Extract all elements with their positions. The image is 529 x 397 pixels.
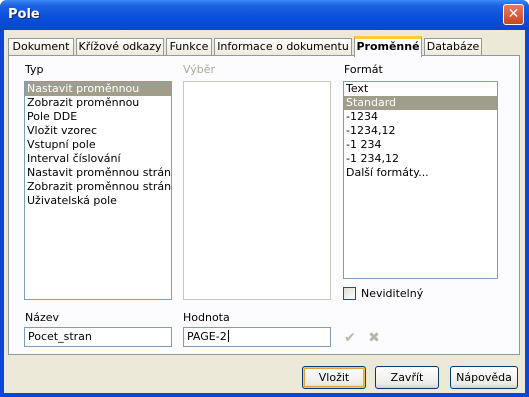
delete-icon[interactable]: ✖ [366,330,382,346]
selection-listbox[interactable] [183,81,331,300]
format-label: Formát [344,63,383,76]
list-item[interactable]: Zobrazit proměnnou [25,96,171,110]
format-listbox[interactable]: Text Standard -1234 -1234,12 -1 234 -1 2… [343,81,498,279]
type-listbox[interactable]: Nastavit proměnnou Zobrazit proměnnou Po… [24,81,172,300]
tab-dokument[interactable]: Dokument [8,38,74,56]
value-input-text: PAGE-2 [187,330,227,343]
tab-informace-o-dokumentu[interactable]: Informace o dokumentu [214,38,352,56]
list-item[interactable]: -1234,12 [344,124,497,138]
insert-button[interactable]: Vložit [302,366,366,389]
tab-databaze[interactable]: Databáze [424,38,482,56]
list-item[interactable]: Vstupní pole [25,138,171,152]
list-item[interactable]: -1234 [344,110,497,124]
tab-page-promenne: Typ Nastavit proměnnou Zobrazit proměnno… [8,55,520,355]
list-item[interactable]: Vložit vzorec [25,124,171,138]
window-title: Pole [8,7,40,22]
dialog-window: Pole ✕ Dokument Křížové odkazy Funkce In… [0,0,529,397]
list-item[interactable]: Další formáty... [344,166,497,180]
selection-label: Výběr [183,63,216,76]
invisible-checkbox[interactable] [343,287,356,300]
list-item[interactable]: -1 234 [344,138,497,152]
text-caret [227,330,229,342]
check-icon[interactable]: ✔ [342,330,358,346]
title-bar[interactable]: Pole ✕ [0,0,529,30]
tab-funkce[interactable]: Funkce [166,38,212,56]
list-item[interactable]: Zobrazit proměnnou stránky [25,180,171,194]
type-label: Typ [25,63,44,76]
close-icon[interactable]: ✕ [503,4,524,25]
list-item[interactable]: -1 234,12 [344,152,497,166]
value-input[interactable]: PAGE-2 [183,327,331,347]
list-item[interactable]: Standard [344,96,497,110]
name-input[interactable]: Pocet_stran [24,327,172,347]
value-label: Hodnota [183,311,230,324]
tab-promenne[interactable]: Proměnné [354,36,422,57]
list-item[interactable]: Uživatelská pole [25,194,171,208]
name-label: Název [25,311,60,324]
close-button[interactable]: Zavřít [375,366,439,389]
tab-bar: Dokument Křížové odkazy Funkce Informace… [8,36,518,57]
list-item[interactable]: Interval číslování [25,152,171,166]
dialog-client: Dokument Křížové odkazy Funkce Informace… [4,30,525,393]
list-item[interactable]: Nastavit proměnnou stránky [25,166,171,180]
help-button[interactable]: Nápověda [450,366,518,389]
list-item[interactable]: Pole DDE [25,110,171,124]
tab-krizove-odkazy[interactable]: Křížové odkazy [76,38,164,56]
invisible-checkbox-label: Neviditelný [361,287,424,300]
list-item[interactable]: Nastavit proměnnou [25,82,171,96]
list-item[interactable]: Text [344,82,497,96]
